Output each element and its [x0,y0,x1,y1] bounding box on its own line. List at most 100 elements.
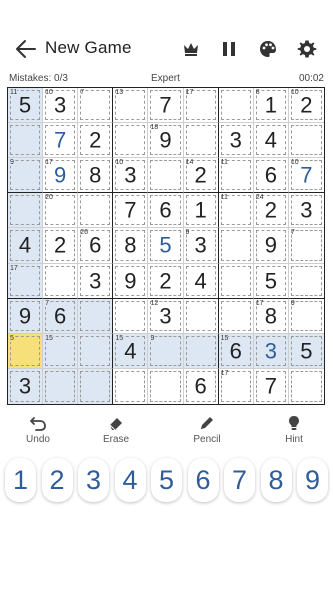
board-cell[interactable] [183,333,219,369]
board-cell[interactable]: 9 [253,228,289,264]
board-cell[interactable] [218,88,254,124]
board-cell[interactable]: 17 9 [43,158,79,194]
palette-icon[interactable] [258,39,278,59]
undo-button[interactable]: Undo [8,414,68,445]
board-cell[interactable] [218,263,254,299]
board-cell[interactable]: 81 [253,88,289,124]
board-cell[interactable]: 10 3 [113,158,149,194]
board-cell[interactable]: 11 [218,158,254,194]
board-cell[interactable]: 18 9 [148,123,184,159]
board-cell[interactable]: 2 [78,123,114,159]
board-cell[interactable]: 4 [8,228,44,264]
board-cell[interactable]: 3 [288,193,324,229]
board-cell[interactable] [78,298,114,334]
board-cell[interactable]: 9 [8,158,44,194]
board-cell[interactable]: 5 [148,228,184,264]
board-cell[interactable]: 76 [43,298,79,334]
board-cell[interactable] [218,228,254,264]
board-cell[interactable]: 5 [253,263,289,299]
board-cell[interactable]: 4 [253,123,289,159]
board-cell[interactable]: 10 3 [43,88,79,124]
hint-button[interactable]: Hint [264,414,324,445]
board-cell[interactable]: 7 [148,88,184,124]
number-key-6[interactable]: 6 [187,458,219,502]
board-cell[interactable] [8,123,44,159]
board-cell[interactable]: 6 [253,158,289,194]
board-cell[interactable]: 26 6 [78,228,114,264]
board-cell[interactable]: 11 [218,193,254,229]
board-cell[interactable] [78,368,114,404]
board-cell[interactable]: 5 [8,333,44,369]
number-key-7[interactable]: 7 [224,458,255,502]
board-cell[interactable]: 8 [78,158,114,194]
number-key-2[interactable]: 2 [41,458,73,502]
board-cell[interactable]: 17 [183,88,219,124]
board-cell[interactable] [183,298,219,334]
board-cell[interactable] [148,158,184,194]
board-cell[interactable]: 5 [288,333,324,369]
board-cell[interactable]: 15 6 [218,333,254,369]
board-cell[interactable]: 24 2 [253,193,289,229]
board-cell[interactable]: 17 [8,263,44,299]
board-cell[interactable] [183,123,219,159]
board-cell[interactable]: 6 [184,368,219,404]
board-cell[interactable] [8,193,44,229]
pencil-button[interactable]: Pencil [177,414,237,445]
board-cell[interactable]: 7 [288,228,324,264]
board-cell[interactable]: 3 [8,368,44,404]
board-cell[interactable]: 10 2 [288,88,324,124]
board-cell[interactable] [43,368,79,404]
number-key-9[interactable]: 9 [297,458,328,502]
board-cell[interactable]: 93 [183,228,219,264]
board-cell[interactable]: 17 [219,368,254,404]
board-cell[interactable]: 15 [43,333,79,369]
board-cell[interactable]: 9 [148,333,184,369]
board-cell[interactable]: 7 [78,88,114,124]
board-cell[interactable]: 9 [113,263,149,299]
board-cell[interactable] [78,193,114,229]
board-cell[interactable] [289,369,324,404]
board-cell[interactable] [218,298,254,334]
board-cell[interactable] [113,123,149,159]
board-cell[interactable]: 13 [113,88,149,124]
number-key-4[interactable]: 4 [114,458,146,502]
number-key-8[interactable]: 8 [260,458,292,502]
board-cell[interactable]: 11 5 [8,88,44,124]
board-cell[interactable]: 7 [113,193,149,229]
board-cell[interactable]: 4 [183,263,219,299]
board-cell[interactable]: 2 [43,228,79,264]
board-cell[interactable]: 17 8 [253,298,289,334]
board-cell[interactable]: 14 2 [183,158,219,194]
board-cell[interactable]: 12 3 [148,298,184,334]
board-cell[interactable]: 20 [43,193,79,229]
board-cell[interactable] [288,264,324,299]
board-cell[interactable]: 3 [78,263,114,299]
back-arrow-icon[interactable] [14,38,38,60]
erase-button[interactable]: Erase [86,414,146,445]
board-cell[interactable]: 8 [113,228,149,264]
board-cell[interactable] [113,298,149,334]
gear-icon[interactable] [297,39,317,59]
board-cell[interactable]: 9 [8,298,44,334]
board-cell[interactable]: 7 [254,368,289,404]
board-cell[interactable]: 15 4 [113,333,149,369]
cell-value: 6 [159,197,172,223]
board-cell[interactable]: 1 [183,193,219,229]
board-cell[interactable] [78,333,114,369]
pause-icon[interactable] [219,39,239,59]
board-cell[interactable]: 7 [43,123,79,159]
board-cell[interactable] [148,368,184,404]
number-key-1[interactable]: 1 [5,458,36,502]
board-cell[interactable]: 9 [288,299,324,334]
number-key-3[interactable]: 3 [78,458,109,502]
number-key-5[interactable]: 5 [151,458,182,502]
crown-icon[interactable] [181,39,201,59]
board-cell[interactable]: 10 7 [288,158,324,194]
board-cell[interactable] [43,263,79,299]
board-cell[interactable] [113,368,149,404]
board-cell[interactable]: 6 [148,193,184,229]
board-cell[interactable] [288,123,324,159]
board-cell[interactable]: 3 [253,333,289,369]
board-cell[interactable]: 3 [218,123,254,159]
board-cell[interactable]: 2 [148,263,184,299]
